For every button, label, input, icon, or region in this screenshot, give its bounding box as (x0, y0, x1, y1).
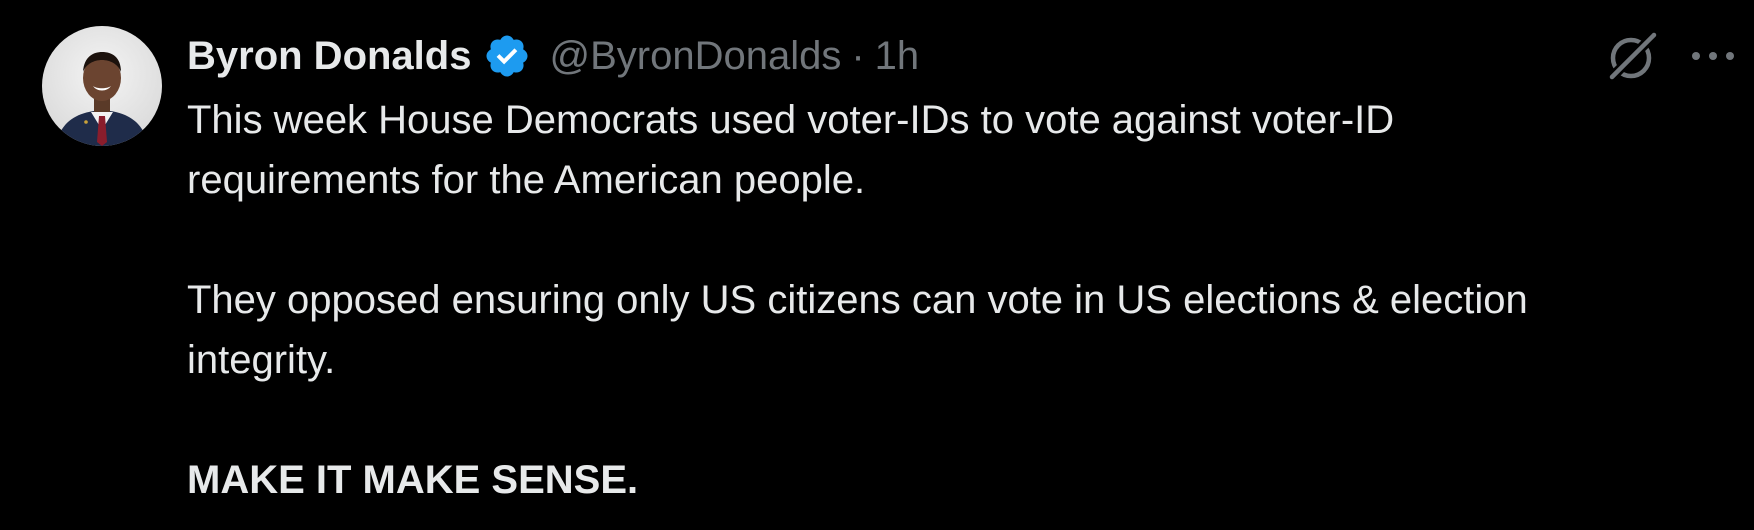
tweet-text-emphasis: MAKE IT MAKE SENSE. (187, 458, 639, 502)
tweet-text-line: They opposed ensuring only US citizens c… (187, 278, 1528, 322)
more-icon[interactable] (1688, 44, 1738, 68)
avatar-image (42, 26, 162, 146)
verified-badge-icon (483, 32, 531, 80)
tweet-text-line: integrity. (187, 338, 336, 382)
tweet[interactable]: Byron Donalds @ByronDonalds · 1h This we… (0, 0, 1754, 530)
avatar[interactable] (42, 26, 162, 146)
grok-icon[interactable] (1604, 31, 1658, 85)
tweet-timestamp[interactable]: 1h (875, 34, 920, 79)
author-display-name[interactable]: Byron Donalds (187, 34, 471, 79)
tweet-header: Byron Donalds @ByronDonalds · 1h (187, 28, 919, 84)
tweet-text-line: requirements for the American people. (187, 158, 866, 202)
author-handle[interactable]: @ByronDonalds (549, 34, 841, 79)
separator-dot: · (851, 33, 865, 78)
tweet-text-line: This week House Democrats used voter-IDs… (187, 98, 1395, 142)
tweet-text: This week House Democrats used voter-IDs… (187, 90, 1727, 510)
